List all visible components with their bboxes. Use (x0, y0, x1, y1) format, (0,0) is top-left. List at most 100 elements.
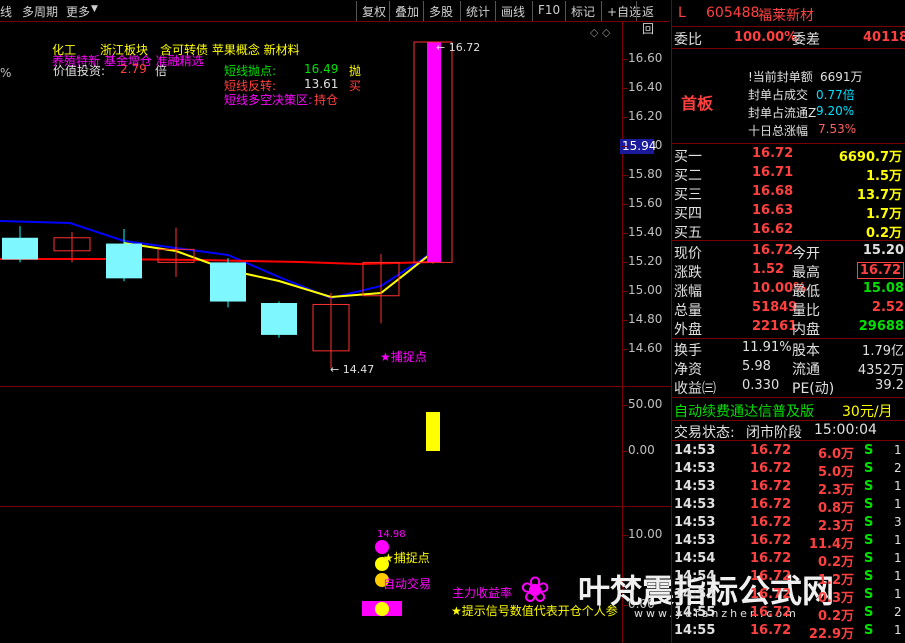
price-tick-mark (622, 204, 628, 206)
stat-value: 16.72 (856, 262, 904, 279)
tick-time: 14:53 (674, 515, 716, 530)
stat-label: 总量 (674, 303, 702, 319)
stat-value: 22161 (752, 319, 798, 334)
tick-count: 2 (894, 605, 902, 619)
divider (672, 338, 905, 339)
price-tick-label: 16.40 (628, 80, 663, 95)
tick-time: 14:54 (674, 569, 716, 584)
seal-info-value: 7.53% (818, 122, 857, 136)
toolbar-item-line[interactable]: 线 (0, 3, 12, 20)
tick-row: 14:55 16.72 22.9万 S 1 (672, 623, 905, 642)
tick-side: S (864, 443, 874, 458)
promo-price[interactable]: 30元/月 (842, 401, 893, 421)
bid-price: 16.62 (752, 222, 794, 237)
main-profit-label: 主力收益率 (452, 586, 513, 600)
stat-label: 内盘 (792, 322, 820, 338)
stats-button[interactable]: 统计 (460, 1, 495, 21)
draw-line-button[interactable]: 画线 (495, 1, 530, 21)
tick-time: 14:53 (674, 479, 716, 494)
lotus-logo-icon: ❀ (520, 570, 551, 611)
price-tick-mark (622, 117, 628, 119)
panel-divider-2 (0, 506, 622, 507)
seal-info-label: !当前封单额 (748, 70, 813, 84)
mark-button[interactable]: 标记 (565, 1, 600, 21)
auto-trade-label: 自动交易 (383, 577, 432, 591)
tick-price: 16.72 (750, 443, 792, 458)
stat-row: 外盘 22161 内盘 29688 (672, 319, 905, 338)
toolbar-item-multiperiod[interactable]: 多周期 (22, 3, 58, 20)
bid-label: 买四 (674, 206, 702, 222)
divider (672, 48, 905, 49)
sub1-bar (426, 412, 440, 451)
f10-button[interactable]: F10 (532, 1, 565, 21)
trade-status-time: 15:00:04 (814, 422, 877, 438)
stat-value: 16.72 (752, 243, 794, 258)
promo-text[interactable]: 自动续费通达信普及版 (674, 401, 814, 421)
stat-label: 涨跌 (674, 265, 702, 281)
back-button[interactable]: 返回 (636, 1, 670, 36)
stock-name[interactable]: 福莱新材 (758, 5, 814, 25)
tick-count: 2 (894, 461, 902, 475)
tick-row: 14:55 16.72 0.3万 S 1 (672, 587, 905, 606)
weicha-value: 40118 (863, 30, 905, 45)
tick-time: 14:53 (674, 497, 716, 512)
tick-count: 1 (894, 551, 902, 565)
quote-panel: L 605488 福莱新材 委比 100.00% 委差 40118 首板 !当前… (671, 0, 905, 643)
tick-volume: 22.9万 (808, 627, 854, 642)
price-tick-mark (622, 320, 628, 322)
bid-row[interactable]: 买三 16.68 13.7万 (672, 184, 905, 203)
price-tick-label: 15.20 (628, 254, 663, 269)
tick-row: 14:53 16.72 6.0万 S 1 (672, 443, 905, 462)
indicator-top-value: 14.98 (377, 529, 406, 540)
bid-volume: 0.2万 (865, 226, 902, 241)
bid-row[interactable]: 买五 16.62 0.2万 (672, 222, 905, 241)
bid-row[interactable]: 买四 16.63 1.7万 (672, 203, 905, 222)
sub2-tick-mark (622, 605, 628, 606)
price-tick-label: 16.20 (628, 109, 663, 124)
candle-body (427, 42, 441, 263)
chart-toolbar: 线 多周期 更多 ▼ 复权 叠加 多股 统计 画线 F10 标记 +自选 返回 (0, 0, 670, 36)
tick-price: 16.72 (750, 533, 792, 548)
bid-volume: 1.5万 (865, 169, 902, 184)
bid-row[interactable]: 买二 16.71 1.5万 (672, 165, 905, 184)
price-tick-label: 15.00 (628, 283, 663, 298)
bid-row[interactable]: 买一 16.72 6690.7万 (672, 146, 905, 165)
tick-volume: 2.3万 (817, 519, 854, 534)
stat-value: 29688 (858, 319, 904, 334)
stat-label: 流通 (792, 362, 820, 378)
overlay-button[interactable]: 叠加 (389, 1, 424, 21)
value-investment-num: 2.79 (120, 62, 147, 76)
seal-info-row: 封单占成交 0.77倍 (672, 86, 905, 104)
tick-volume: 0.3万 (817, 591, 854, 606)
tick-price: 16.72 (750, 497, 792, 512)
value-investment-label: 价值投资: (53, 64, 106, 78)
seal-info-row: 十日总涨幅 7.53% (672, 122, 905, 140)
toolbar-item-more[interactable]: 更多 (66, 3, 90, 20)
multi-stock-button[interactable]: 多股 (423, 1, 458, 21)
stat-value: 15.08 (862, 281, 904, 296)
tick-volume: 2.3万 (817, 483, 854, 498)
price-tick-mark (622, 88, 628, 90)
stock-code[interactable]: 605488 (706, 5, 759, 21)
divider (672, 143, 905, 144)
tick-side: S (864, 515, 874, 530)
value-investment-unit: 倍 (155, 64, 168, 78)
weibi-value: 100.00% (734, 30, 798, 45)
chevron-down-icon[interactable]: ▼ (91, 4, 98, 14)
price-tick-mark (622, 291, 628, 293)
signal-reversal-tag: 买 (349, 79, 362, 93)
bid-price: 16.63 (752, 203, 794, 218)
restore-rights-button[interactable]: 复权 (356, 1, 391, 21)
tick-row: 14:54 16.72 1.2万 S 1 (672, 569, 905, 588)
price-tick-label: 15.60 (628, 196, 663, 211)
stat-row: 涨幅 10.00% 最低 15.08 (672, 281, 905, 300)
tick-side: S (864, 551, 874, 566)
tick-side: S (864, 623, 874, 638)
stat-row: 总量 51849 量比 2.52 (672, 300, 905, 319)
tick-count: 1 (894, 587, 902, 601)
stat-label: PE(动) (792, 381, 835, 397)
tick-time: 14:53 (674, 461, 716, 476)
stat-value: 39.2 (875, 378, 904, 393)
tick-price: 16.72 (750, 479, 792, 494)
stat-value: 5.98 (742, 359, 771, 374)
